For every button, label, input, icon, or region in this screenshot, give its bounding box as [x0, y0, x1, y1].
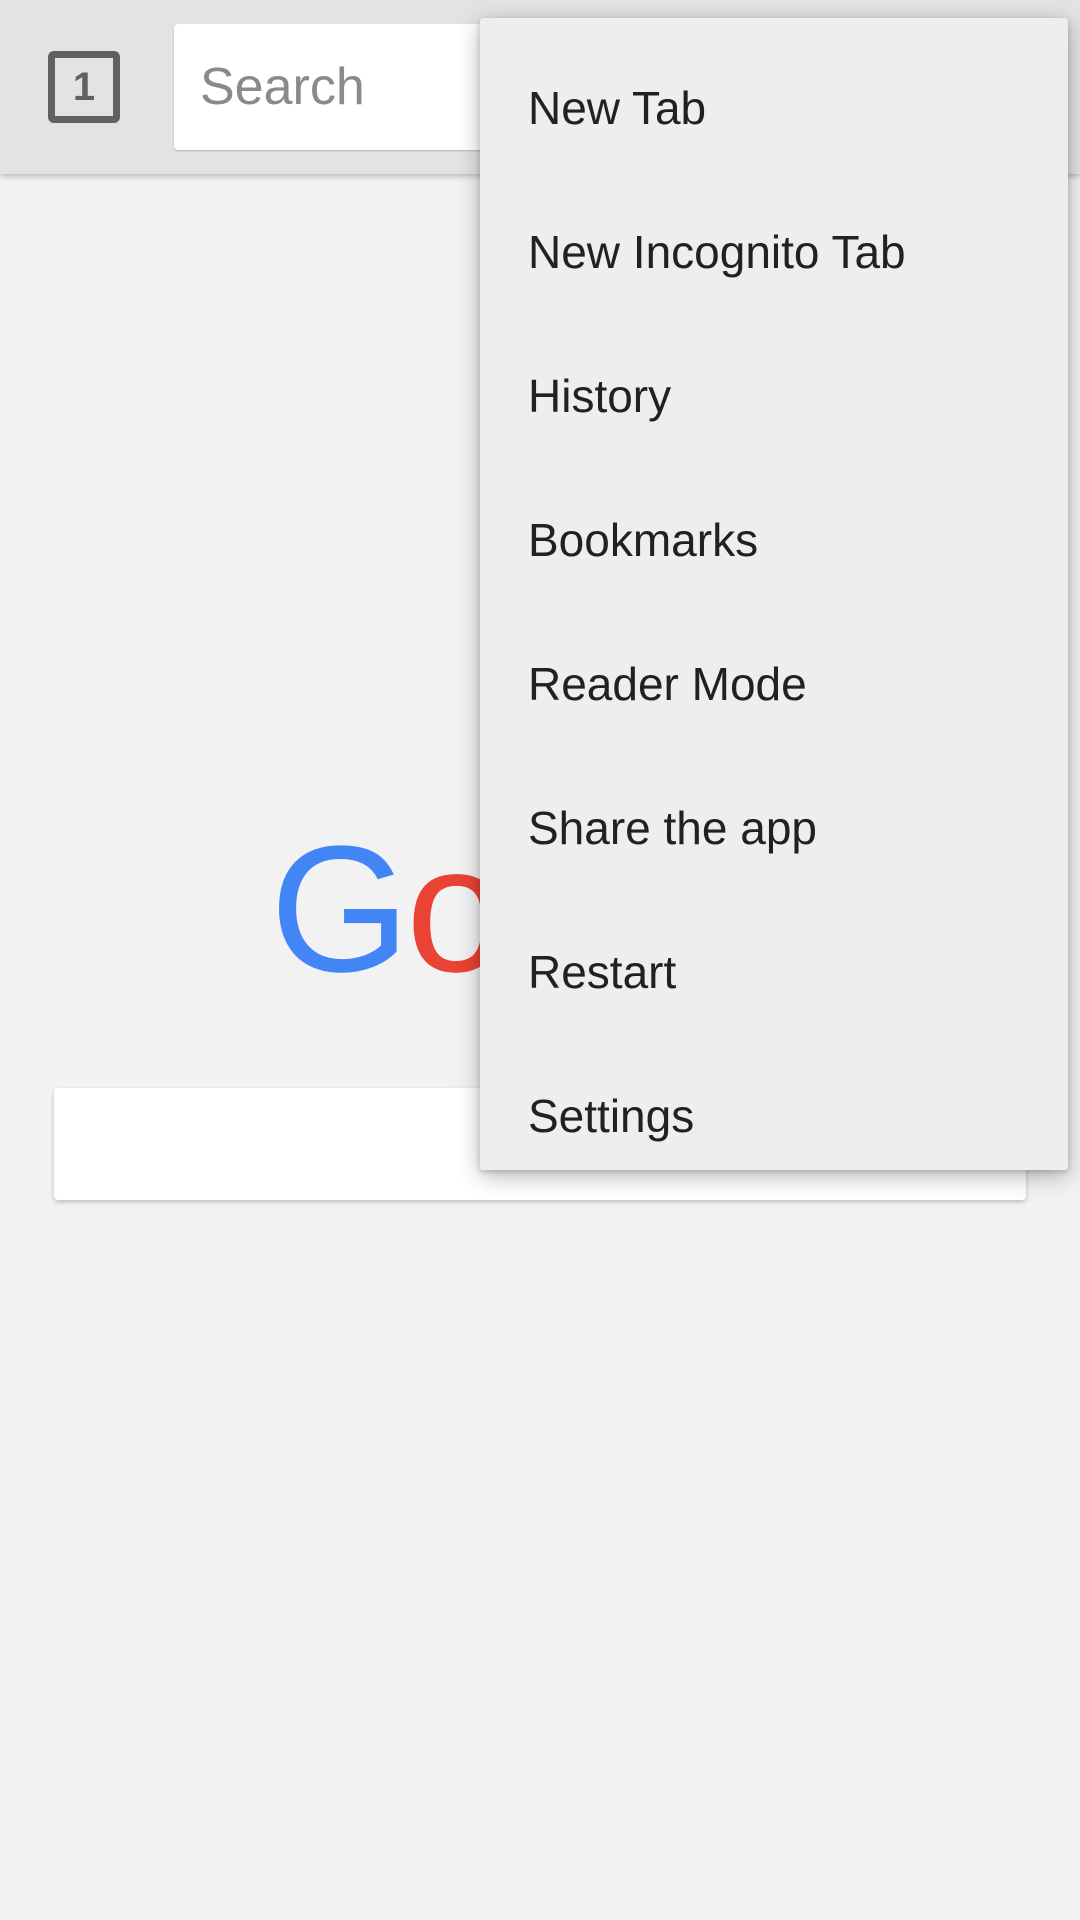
menu-item-share-the-app[interactable]: Share the app — [480, 756, 1068, 900]
menu-item-label: New Incognito Tab — [528, 226, 906, 278]
menu-item-label: Settings — [528, 1090, 695, 1142]
overflow-menu: New Tab New Incognito Tab History Bookma… — [480, 18, 1068, 1170]
logo-letter: G — [270, 809, 410, 1010]
menu-item-reader-mode[interactable]: Reader Mode — [480, 612, 1068, 756]
menu-item-history[interactable]: History — [480, 324, 1068, 468]
menu-item-label: Restart — [528, 946, 677, 998]
menu-item-new-incognito-tab[interactable]: New Incognito Tab — [480, 180, 1068, 324]
tab-count-label: 1 — [72, 64, 96, 109]
menu-item-bookmarks[interactable]: Bookmarks — [480, 468, 1068, 612]
menu-item-restart[interactable]: Restart — [480, 900, 1068, 1044]
tab-switcher-button[interactable]: 1 — [48, 51, 120, 123]
google-logo: Go — [270, 809, 506, 1010]
menu-item-label: Reader Mode — [528, 658, 807, 710]
menu-item-label: New Tab — [528, 82, 707, 134]
menu-item-label: Share the app — [528, 802, 818, 854]
menu-item-settings[interactable]: Settings — [480, 1044, 1068, 1188]
menu-item-label: History — [528, 370, 672, 422]
menu-item-label: Bookmarks — [528, 514, 759, 566]
menu-item-new-tab[interactable]: New Tab — [480, 36, 1068, 180]
